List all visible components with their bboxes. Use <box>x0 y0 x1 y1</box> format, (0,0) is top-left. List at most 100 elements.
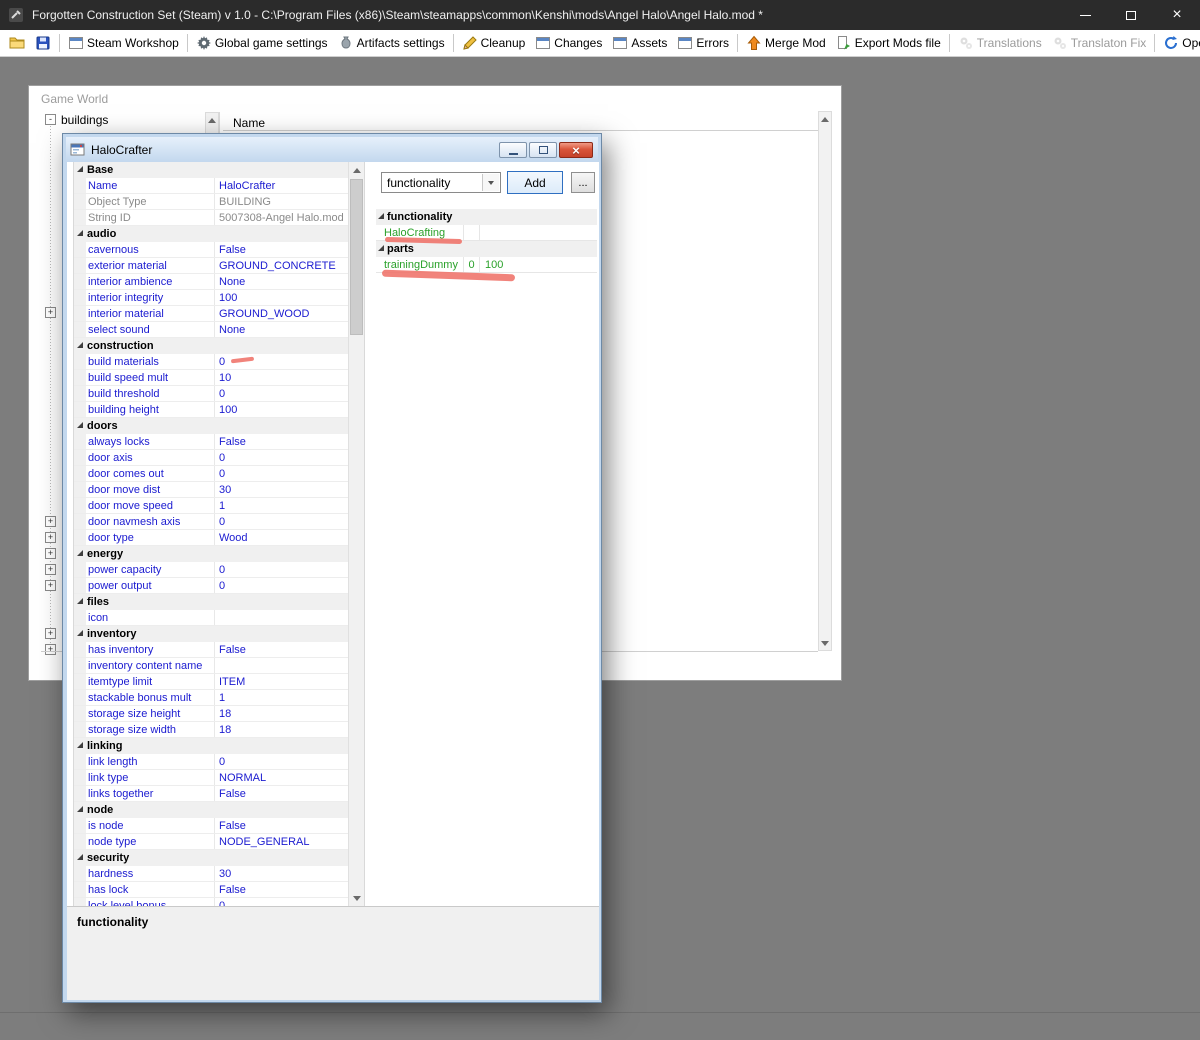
category-row-node[interactable]: node <box>74 802 349 818</box>
dialog-maximize-button[interactable] <box>529 142 557 158</box>
property-value[interactable]: 10 <box>215 372 349 384</box>
property-value[interactable]: 0 <box>215 516 349 528</box>
category-row-audio[interactable]: audio <box>74 226 349 242</box>
property-row-has-lock[interactable]: has lock False <box>74 882 349 898</box>
property-value[interactable]: 0 <box>215 564 349 576</box>
scroll-down-icon[interactable] <box>819 636 831 650</box>
toolbar-button-open-any[interactable]: Open any <box>1158 32 1200 55</box>
property-row-name[interactable]: Name HaloCrafter <box>74 178 349 194</box>
property-value[interactable]: False <box>215 244 349 256</box>
property-row-links-together[interactable]: links together False <box>74 786 349 802</box>
property-value[interactable]: 30 <box>215 484 349 496</box>
property-grid-scrollbar[interactable] <box>348 162 364 906</box>
tree-expand-box[interactable]: + <box>45 548 56 559</box>
property-row-is-node[interactable]: is node False <box>74 818 349 834</box>
minimize-button[interactable] <box>1062 0 1108 30</box>
category-row-doors[interactable]: doors <box>74 418 349 434</box>
property-row-storage-size-width[interactable]: storage size width 18 <box>74 722 349 738</box>
property-row-select-sound[interactable]: select sound None <box>74 322 349 338</box>
property-value[interactable]: 0 <box>215 452 349 464</box>
property-value[interactable]: 0 <box>215 580 349 592</box>
tree-expand-box[interactable]: + <box>45 580 56 591</box>
list-scrollbar[interactable] <box>818 111 832 651</box>
property-row-inventory-content-name[interactable]: inventory content name <box>74 658 349 674</box>
property-value[interactable]: NODE_GENERAL <box>215 836 349 848</box>
property-value[interactable]: None <box>215 276 349 288</box>
property-value[interactable]: None <box>215 324 349 336</box>
property-value[interactable]: False <box>215 820 349 832</box>
property-value[interactable]: HaloCrafter <box>215 180 349 192</box>
property-value[interactable]: ITEM <box>215 676 349 688</box>
scroll-up-icon[interactable] <box>819 112 831 126</box>
tree-expand-box[interactable]: + <box>45 644 56 655</box>
category-dropdown[interactable]: functionality <box>381 172 501 193</box>
tree-expand-box[interactable]: + <box>45 532 56 543</box>
property-row-building-height[interactable]: building height 100 <box>74 402 349 418</box>
toolbar-button-translaton-fix[interactable]: Translaton Fix <box>1047 32 1152 55</box>
dialog-close-button[interactable]: × <box>559 142 593 158</box>
toolbar-button-assets[interactable]: Assets <box>607 32 672 55</box>
property-value[interactable]: 1 <box>215 692 349 704</box>
property-value[interactable]: 100 <box>215 292 349 304</box>
property-value[interactable]: GROUND_CONCRETE <box>215 260 349 272</box>
category-row-construction[interactable]: construction <box>74 338 349 354</box>
property-row-icon[interactable]: icon <box>74 610 349 626</box>
more-options-button[interactable]: ... <box>571 172 595 193</box>
close-button[interactable]: × <box>1154 0 1200 30</box>
property-row-door-navmesh-axis[interactable]: door navmesh axis 0 <box>74 514 349 530</box>
property-row-build-threshold[interactable]: build threshold 0 <box>74 386 349 402</box>
property-row-string-id[interactable]: String ID 5007308-Angel Halo.mod <box>74 210 349 226</box>
toolbar-button-merge-mod[interactable]: Merge Mod <box>741 32 831 55</box>
property-row-door-move-dist[interactable]: door move dist 30 <box>74 482 349 498</box>
property-value[interactable]: False <box>215 644 349 656</box>
toolbar-button-artifacts-settings[interactable]: Artifacts settings <box>333 32 450 55</box>
property-row-storage-size-height[interactable]: storage size height 18 <box>74 706 349 722</box>
category-row-energy[interactable]: energy <box>74 546 349 562</box>
property-row-object-type[interactable]: Object Type BUILDING <box>74 194 349 210</box>
property-value[interactable]: NORMAL <box>215 772 349 784</box>
right-category-parts[interactable]: parts <box>376 241 597 257</box>
property-value[interactable]: False <box>215 884 349 896</box>
property-value[interactable]: 5007308-Angel Halo.mod <box>215 212 349 224</box>
maximize-button[interactable] <box>1108 0 1154 30</box>
toolbar-button-errors[interactable]: Errors <box>672 32 734 55</box>
tree-node-buildings[interactable]: buildings <box>61 113 108 127</box>
toolbar-button-cleanup[interactable]: Cleanup <box>457 32 531 55</box>
property-value[interactable]: BUILDING <box>215 196 349 208</box>
property-row-has-inventory[interactable]: has inventory False <box>74 642 349 658</box>
property-value[interactable]: 100 <box>215 404 349 416</box>
property-row-link-length[interactable]: link length 0 <box>74 754 349 770</box>
dialog-minimize-button[interactable] <box>499 142 527 158</box>
scrollbar-thumb[interactable] <box>350 179 363 335</box>
property-row-door-move-speed[interactable]: door move speed 1 <box>74 498 349 514</box>
scroll-up-icon[interactable] <box>206 113 218 127</box>
property-row-door-axis[interactable]: door axis 0 <box>74 450 349 466</box>
property-row-interior-ambience[interactable]: interior ambience None <box>74 274 349 290</box>
tree-expand-box[interactable]: + <box>45 628 56 639</box>
property-row-cavernous[interactable]: cavernous False <box>74 242 349 258</box>
property-row-interior-material[interactable]: interior material GROUND_WOOD <box>74 306 349 322</box>
property-row-itemtype-limit[interactable]: itemtype limit ITEM <box>74 674 349 690</box>
toolbar-button-global-game-settings[interactable]: Global game settings <box>191 32 333 55</box>
property-value[interactable]: 0 <box>215 468 349 480</box>
tree-expand-box[interactable]: + <box>45 516 56 527</box>
property-row-door-comes-out[interactable]: door comes out 0 <box>74 466 349 482</box>
right-category-functionality[interactable]: functionality <box>376 209 597 225</box>
scroll-down-icon[interactable] <box>349 890 364 906</box>
tree-expand-box[interactable]: + <box>45 564 56 575</box>
category-row-base[interactable]: Base <box>74 162 349 178</box>
property-value[interactable]: False <box>215 436 349 448</box>
tree-collapse-box-buildings[interactable]: - <box>45 114 56 125</box>
property-value[interactable]: 30 <box>215 868 349 880</box>
toolbar-button-translations[interactable]: Translations <box>953 32 1047 55</box>
property-row-stackable-bonus-mult[interactable]: stackable bonus mult 1 <box>74 690 349 706</box>
property-row-build-materials[interactable]: build materials 0 <box>74 354 349 370</box>
property-row-door-type[interactable]: door type Wood <box>74 530 349 546</box>
property-value[interactable]: 0 <box>215 388 349 400</box>
list-header-name[interactable]: Name <box>233 116 265 130</box>
toolbar-button-changes[interactable]: Changes <box>530 32 607 55</box>
tree-expand-box[interactable]: + <box>45 307 56 318</box>
toolbar-button-save-icon[interactable] <box>30 32 56 55</box>
property-row-link-type[interactable]: link type NORMAL <box>74 770 349 786</box>
dialog-titlebar[interactable]: HaloCrafter × <box>66 137 598 162</box>
